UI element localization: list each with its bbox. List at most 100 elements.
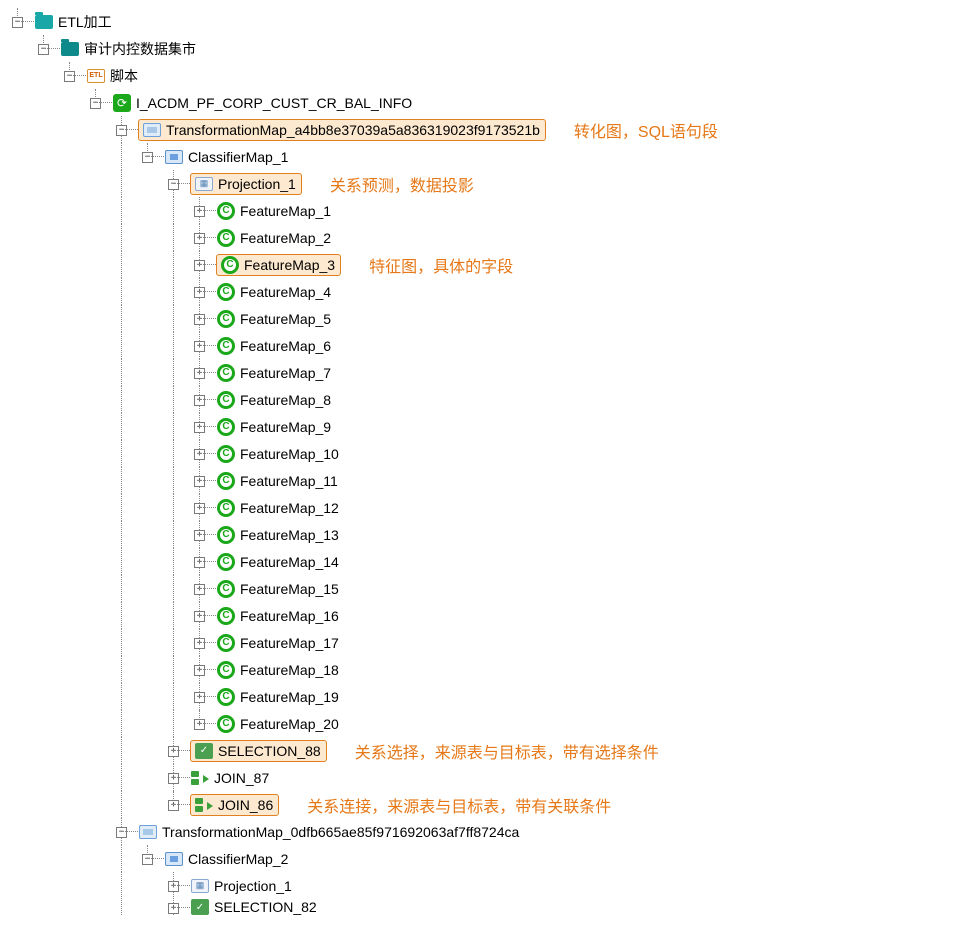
node-label: ClassifierMap_1 (186, 149, 290, 165)
tree-node-feature[interactable]: +CFeatureMap_5 (8, 305, 972, 332)
folder-icon (34, 12, 54, 32)
tree-node-feature[interactable]: +CFeatureMap_2 (8, 224, 972, 251)
tree-node-script[interactable]: − ETL 脚本 (8, 62, 972, 89)
feature-map-icon: C (216, 687, 236, 707)
expand-toggle[interactable]: + (168, 903, 179, 914)
tree-node-job[interactable]: − ⟳ I_ACDM_PF_CORP_CUST_CR_BAL_INFO (8, 89, 972, 116)
expand-toggle[interactable]: − (12, 17, 23, 28)
expand-toggle[interactable]: + (194, 341, 205, 352)
expand-toggle[interactable]: + (168, 881, 179, 892)
node-label: FeatureMap_8 (238, 392, 333, 408)
expand-toggle[interactable]: + (194, 422, 205, 433)
expand-toggle[interactable]: + (194, 584, 205, 595)
etl-icon: ETL (86, 66, 106, 86)
expand-toggle[interactable]: − (90, 98, 101, 109)
expand-toggle[interactable]: − (142, 152, 153, 163)
node-label: FeatureMap_19 (238, 689, 341, 705)
tree-node-feature[interactable]: +CFeatureMap_14 (8, 548, 972, 575)
tree-node-feature[interactable]: +CFeatureMap_11 (8, 467, 972, 494)
node-label: 审计内控数据集市 (82, 39, 198, 59)
tree-node-feature[interactable]: +CFeatureMap_4 (8, 278, 972, 305)
annotation: 关系预测，数据投影 (330, 172, 474, 196)
tree-node-join-87[interactable]: + JOIN_87 (8, 764, 972, 791)
expand-toggle[interactable]: + (168, 773, 179, 784)
expand-toggle[interactable]: + (194, 503, 205, 514)
expand-toggle[interactable]: − (38, 44, 49, 55)
tree-node-tmap1[interactable]: − TransformationMap_a4bb8e37039a5a836319… (8, 116, 972, 143)
tree-node-selection-82[interactable]: + ✓ SELECTION_82 (8, 899, 972, 915)
tree-node-proj2[interactable]: + ▦ Projection_1 (8, 872, 972, 899)
tree-node-cmap2[interactable]: − ClassifierMap_2 (8, 845, 972, 872)
feature-map-icon: C (216, 282, 236, 302)
expand-toggle[interactable]: + (194, 692, 205, 703)
node-label: JOIN_87 (212, 770, 271, 786)
tree-node-tmap2[interactable]: − TransformationMap_0dfb665ae85f97169206… (8, 818, 972, 845)
expand-toggle[interactable]: + (194, 476, 205, 487)
node-label: I_ACDM_PF_CORP_CUST_CR_BAL_INFO (134, 95, 414, 111)
feature-map-icon: C (216, 201, 236, 221)
tree-node-feature[interactable]: +CFeatureMap_10 (8, 440, 972, 467)
expand-toggle[interactable]: + (168, 746, 179, 757)
expand-toggle[interactable]: + (168, 800, 179, 811)
tree-node-feature[interactable]: + CFeatureMap_19 (8, 683, 972, 710)
expand-toggle[interactable]: + (194, 611, 205, 622)
node-label: SELECTION_82 (212, 899, 319, 915)
annotation: 转化图，SQL语句段 (574, 118, 718, 142)
expand-toggle[interactable]: + (194, 719, 205, 730)
tree-node-feature[interactable]: + CFeatureMap_1 (8, 197, 972, 224)
node-label: FeatureMap_2 (238, 230, 333, 246)
node-label: ClassifierMap_2 (186, 851, 290, 867)
expand-toggle[interactable]: + (194, 449, 205, 460)
node-label: FeatureMap_10 (238, 446, 341, 462)
join-icon (190, 768, 210, 788)
tree-node-selection-88[interactable]: + ✓ SELECTION_88 关系选择，来源表与目标表，带有选择条件 (8, 737, 972, 764)
node-label: FeatureMap_17 (238, 635, 341, 651)
feature-map-icon: C (216, 660, 236, 680)
node-label: FeatureMap_15 (238, 581, 341, 597)
tree-node-feature[interactable]: +CFeatureMap_12 (8, 494, 972, 521)
feature-map-icon: C (216, 552, 236, 572)
tree-node-feature[interactable]: +CFeatureMap_20 (8, 710, 972, 737)
tree-node-feature[interactable]: +CFeatureMap_15 (8, 575, 972, 602)
tree-node-feature[interactable]: + CFeatureMap_6 (8, 332, 972, 359)
tree-node-feature[interactable]: +CFeatureMap_3特征图，具体的字段 (8, 251, 972, 278)
expand-toggle[interactable]: + (194, 395, 205, 406)
expand-toggle[interactable]: + (194, 287, 205, 298)
expand-toggle[interactable]: + (194, 206, 205, 217)
node-label: FeatureMap_6 (238, 338, 333, 354)
expand-toggle[interactable]: + (194, 233, 205, 244)
expand-toggle[interactable]: + (194, 260, 205, 271)
feature-map-icon: C (216, 714, 236, 734)
node-label: JOIN_86 (216, 797, 275, 813)
expand-toggle[interactable]: − (116, 125, 127, 136)
expand-toggle[interactable]: + (194, 665, 205, 676)
expand-toggle[interactable]: − (168, 179, 179, 190)
node-label: FeatureMap_18 (238, 662, 341, 678)
expand-toggle[interactable]: + (194, 638, 205, 649)
tree-node-feature[interactable]: +CFeatureMap_16 (8, 602, 972, 629)
feature-map-icon: C (216, 525, 236, 545)
tree-node-feature[interactable]: + CFeatureMap_18 (8, 656, 972, 683)
expand-toggle[interactable]: + (194, 530, 205, 541)
node-label: FeatureMap_1 (238, 203, 333, 219)
tree-node-feature[interactable]: +CFeatureMap_8 (8, 386, 972, 413)
tree-node-mart[interactable]: − 审计内控数据集市 (8, 35, 972, 62)
tree-node-feature[interactable]: +CFeatureMap_17 (8, 629, 972, 656)
tree-node-feature[interactable]: +CFeatureMap_13 (8, 521, 972, 548)
expand-toggle[interactable]: + (194, 314, 205, 325)
tree-node-feature[interactable]: +CFeatureMap_7 (8, 359, 972, 386)
classifier-map-icon (164, 849, 184, 869)
expand-toggle[interactable]: − (116, 827, 127, 838)
expand-toggle[interactable]: + (194, 557, 205, 568)
tree-node-root[interactable]: − ETL加工 (8, 8, 972, 35)
transformation-map-icon (142, 120, 162, 140)
feature-map-icon: C (216, 336, 236, 356)
tree-node-proj1[interactable]: − ▦ Projection_1 关系预测，数据投影 (8, 170, 972, 197)
tree-node-join-86[interactable]: + JOIN_86 关系连接，来源表与目标表，带有关联条件 (8, 791, 972, 818)
expand-toggle[interactable]: − (64, 71, 75, 82)
tree-node-feature[interactable]: +CFeatureMap_9 (8, 413, 972, 440)
expand-toggle[interactable]: − (142, 854, 153, 865)
tree-node-cmap1[interactable]: − ClassifierMap_1 (8, 143, 972, 170)
feature-map-icon: C (216, 498, 236, 518)
expand-toggle[interactable]: + (194, 368, 205, 379)
